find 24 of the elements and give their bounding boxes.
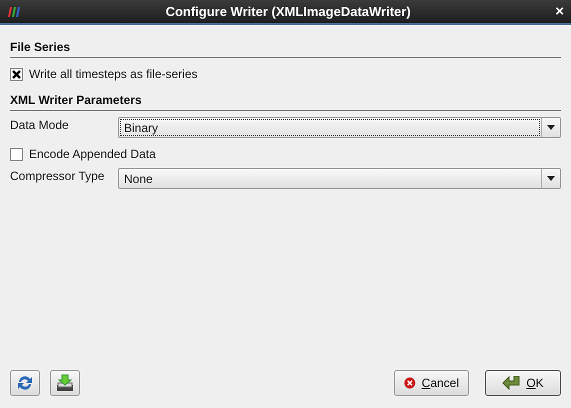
download-tray-icon <box>56 374 74 392</box>
ok-button[interactable]: OK <box>485 370 561 396</box>
refresh-button[interactable] <box>10 370 40 396</box>
check-mark-icon <box>12 70 21 78</box>
checkbox[interactable] <box>10 148 23 160</box>
field-label: Data Mode <box>10 117 70 133</box>
close-button[interactable]: × <box>555 4 564 19</box>
section-heading: XML Writer Parameters <box>10 92 143 108</box>
save-defaults-button[interactable] <box>50 370 80 396</box>
checkbox[interactable] <box>10 68 23 80</box>
dropdown[interactable]: None <box>118 168 561 189</box>
window-title: Configure Writer (XMLImageDataWriter) <box>164 2 412 21</box>
app-logo-icon <box>7 6 21 16</box>
dropdown[interactable]: Binary <box>118 117 561 138</box>
dropdown-arrow-icon <box>547 176 555 181</box>
dropdown-arrow-icon <box>547 125 555 130</box>
cancel-button[interactable]: Cancel <box>394 370 469 396</box>
arrow-icon <box>502 376 520 390</box>
checkbox-label: Encode Appended Data <box>29 146 156 163</box>
section-heading: File Series <box>10 39 72 55</box>
checkbox-label: Write all timesteps as file-series <box>29 66 198 83</box>
cancel-icon <box>404 375 416 391</box>
field-label: Compressor Type <box>10 168 106 184</box>
refresh-icon <box>16 374 34 392</box>
